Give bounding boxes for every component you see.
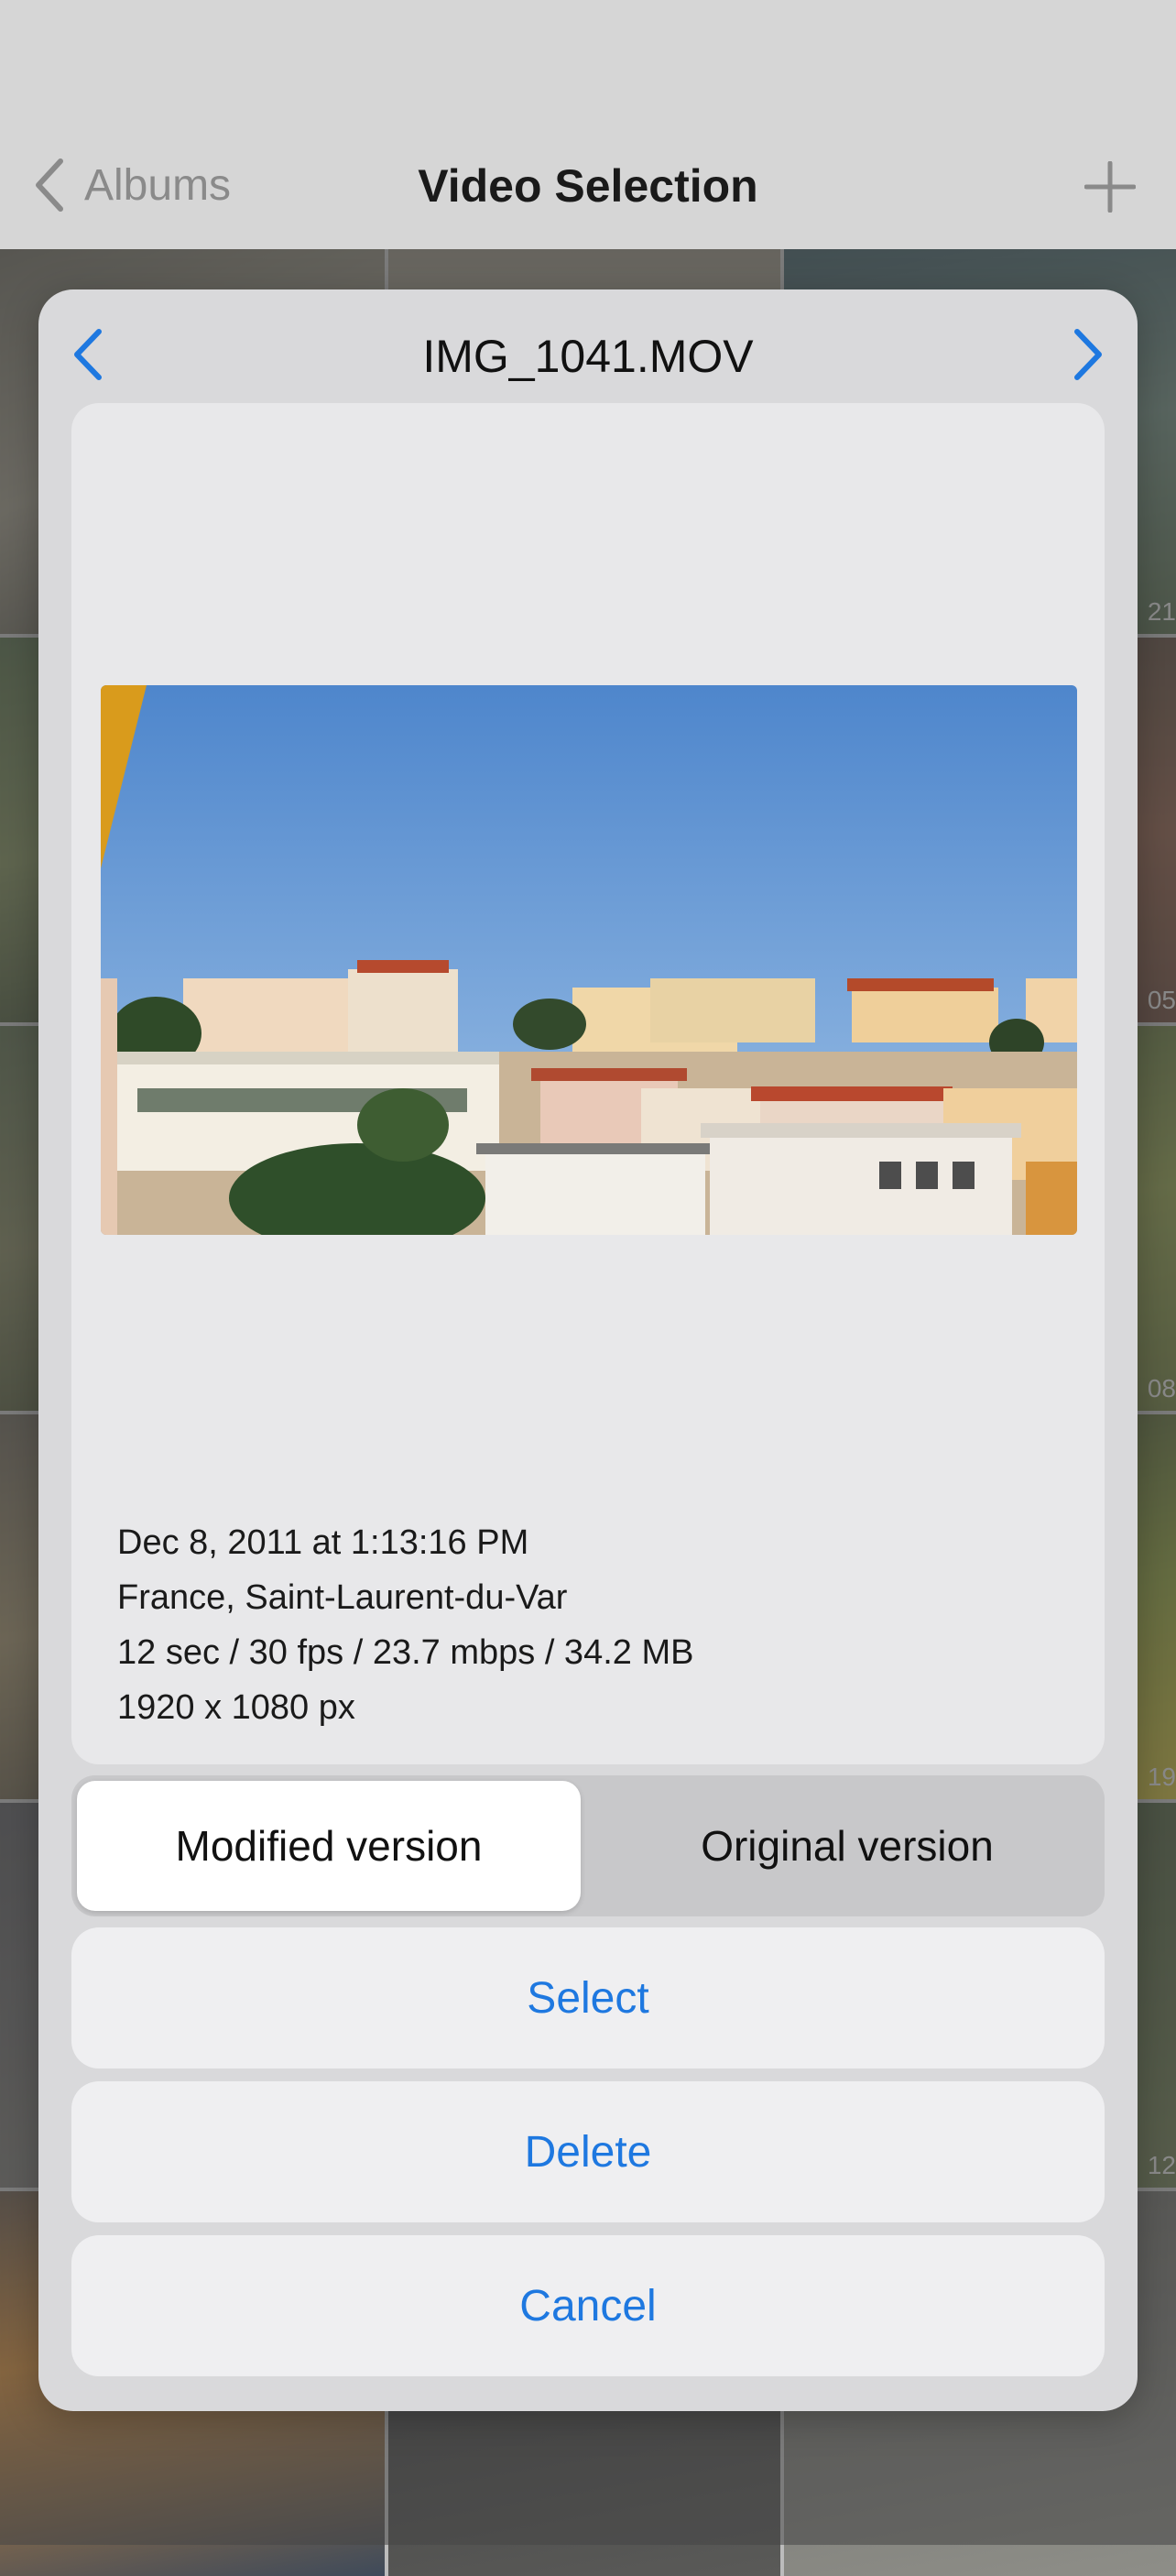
next-button[interactable] — [1072, 326, 1106, 387]
add-button[interactable] — [1083, 160, 1137, 217]
modified-version-segment[interactable]: Modified version — [77, 1781, 581, 1911]
file-name: IMG_1041.MOV — [422, 331, 754, 382]
version-segmented-control: Modified version Original version — [71, 1775, 1105, 1916]
delete-button[interactable]: Delete — [71, 2081, 1105, 2222]
navigation-bar: Albums Video Selection — [0, 0, 1176, 249]
chevron-right-icon — [1074, 329, 1102, 380]
cancel-button[interactable]: Cancel — [71, 2235, 1105, 2376]
capture-location: France, Saint-Laurent-du-Var — [117, 1578, 568, 1617]
video-metadata: Dec 8, 2011 at 1:13:16 PM France, Saint-… — [117, 1515, 693, 1735]
original-version-segment[interactable]: Original version — [595, 1781, 1099, 1911]
video-stats: 12 sec / 30 fps / 23.7 mbps / 34.2 MB — [117, 1633, 694, 1672]
video-resolution: 1920 x 1080 px — [117, 1688, 355, 1727]
video-thumbnail-image — [101, 685, 1077, 1235]
select-button[interactable]: Select — [71, 1927, 1105, 2068]
capture-date: Dec 8, 2011 at 1:13:16 PM — [117, 1523, 529, 1562]
video-detail-sheet: IMG_1041.MOV Dec 8, 2011 at 1:13:16 PM F… — [38, 289, 1138, 2411]
sheet-header: IMG_1041.MOV — [38, 289, 1138, 399]
video-preview[interactable] — [101, 685, 1077, 1235]
page-title: Video Selection — [418, 160, 758, 212]
plus-icon — [1083, 160, 1137, 213]
video-info-card: Dec 8, 2011 at 1:13:16 PM France, Saint-… — [71, 403, 1105, 1764]
